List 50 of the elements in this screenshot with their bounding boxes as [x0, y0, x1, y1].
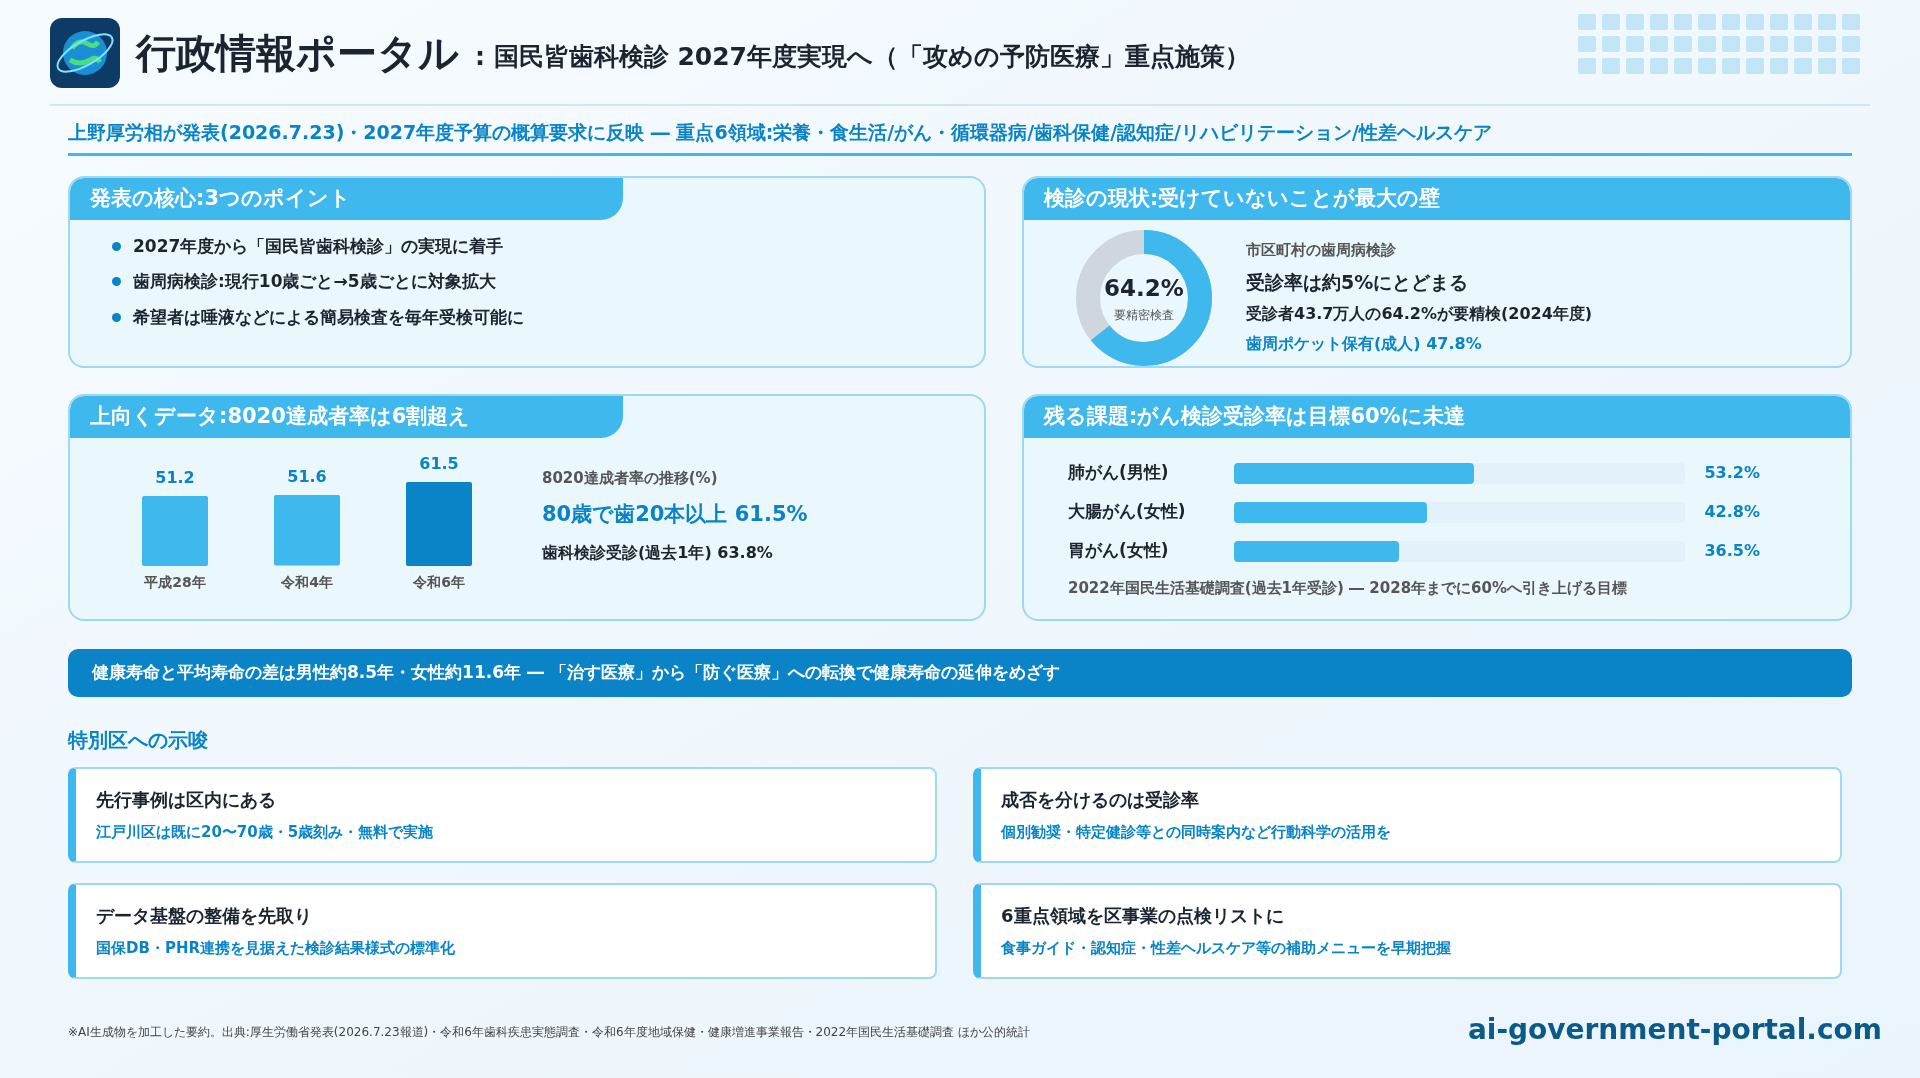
- donut-value: 64.2%: [1104, 274, 1184, 304]
- point-text: 希望者は唾液などによる簡易検査を毎年受検可能に: [133, 305, 524, 329]
- card-header: 検診の現状:受けていないことが最大の壁: [1024, 177, 1850, 220]
- globe-icon: [50, 18, 120, 88]
- card-header: 上向くデータ:8020達成者率は6割超え: [70, 395, 623, 438]
- implication-text: 個別勧奨・特定健診等との同時案内など行動科学の活用を: [1001, 821, 1392, 843]
- bar-category: 令和4年: [281, 572, 333, 592]
- section-title: 特別区への示唆: [68, 726, 209, 754]
- trend-detail: 歯科検診受診(過去1年) 63.8%: [542, 541, 774, 564]
- implication-title: 成否を分けるのは受診率: [1001, 787, 1200, 812]
- site-url: ai-government-portal.com: [1467, 1011, 1882, 1048]
- trend-headline: 80歳で歯20本以上 61.5%: [542, 501, 808, 528]
- chart-bar: [142, 495, 208, 566]
- cancer-type: 胃がん(女性): [1068, 539, 1170, 563]
- summary-banner: 健康寿命と平均寿命の差は男性約8.5年・女性約11.6年 ― 「治す医療」から「防ぐ医療」への転換で健康寿命の延伸をめざす: [68, 648, 1852, 697]
- implication-title: 6重点領域を区事業の点検リストに: [1001, 903, 1285, 928]
- cancer-type: 肺がん(男性): [1068, 461, 1170, 485]
- card-header: 残る課題:がん検診受診率は目標60%に未達: [1024, 395, 1850, 438]
- trend-caption: 8020達成者率の推移(%): [542, 467, 719, 489]
- status-caption: 市区町村の歯周病検診: [1246, 240, 1397, 261]
- implication-text: 食事ガイド・認知症・性差ヘルスケア等の補助メニューを早期把握: [1001, 937, 1452, 959]
- point-text: 歯周病検診:現行10歳ごと→5歳ごとに対象拡大: [133, 270, 496, 293]
- cancer-note: 2022年国民生活基礎調査(過去1年受診) ― 2028年までに60%へ引き上げる目標: [1068, 577, 1628, 599]
- rate-reading: 53.2%: [1703, 462, 1760, 484]
- rate-reading: 36.5%: [1703, 540, 1760, 562]
- portal-title: 行政情報ポータル: [136, 29, 459, 78]
- card-header: 発表の核心:3つのポイント: [70, 177, 623, 220]
- rate-reading: 42.8%: [1703, 501, 1760, 523]
- bullet-icon: [112, 277, 121, 287]
- page-subtitle: : 国民皆歯科検診 2027年度実現へ（「攻めの予防医療」重点施策）: [475, 41, 1250, 74]
- bar-value: 51.6: [287, 466, 327, 489]
- status-highlight: 歯周ポケット保有(成人) 47.8%: [1246, 333, 1483, 355]
- implication-text: 国保DB・PHR連携を見据えた検診結果様式の標準化: [96, 937, 456, 959]
- bullet-icon: [112, 241, 121, 251]
- bar-category: 平成28年: [144, 572, 206, 592]
- bar-value: 51.2: [155, 466, 195, 489]
- cancer-type: 大腸がん(女性): [1068, 500, 1187, 524]
- donut-label: 要精密検査: [1114, 306, 1174, 324]
- source-note: ※AI生成物を加工した要約。出典:厚生労働省発表(2026.7.23報道)・令和6年歯科疾患実態調査・令和6年度地域保健・健康増進事業報告・2022年国民生活基礎調査 ほか公的統計: [68, 1023, 1030, 1041]
- implication-text: 江戸川区は既に20〜70歳・5歳刻み・無料で実施: [96, 821, 435, 843]
- status-headline: 受診率は約5%にとどまる: [1246, 269, 1470, 295]
- lead-text: 上野厚労相が発表(2026.7.23)・2027年度予算の概算要求に反映 ― 重点6領域:栄養・食生活/がん・循環器病/歯科保健/認知症/リハビリテーション/性差ヘルスケア: [68, 120, 1493, 145]
- implication-title: 先行事例は区内にある: [96, 787, 277, 812]
- bar-category: 令和6年: [413, 572, 465, 592]
- implication-title: データ基盤の整備を先取り: [96, 903, 313, 928]
- chart-bar: [274, 495, 340, 566]
- point-text: 2027年度から「国民皆歯科検診」の実現に着手: [133, 234, 504, 258]
- bullet-icon: [112, 312, 121, 322]
- status-detail: 受診者43.7万人の64.2%が要精検(2024年度): [1246, 303, 1593, 325]
- bar-value: 61.5: [419, 452, 459, 475]
